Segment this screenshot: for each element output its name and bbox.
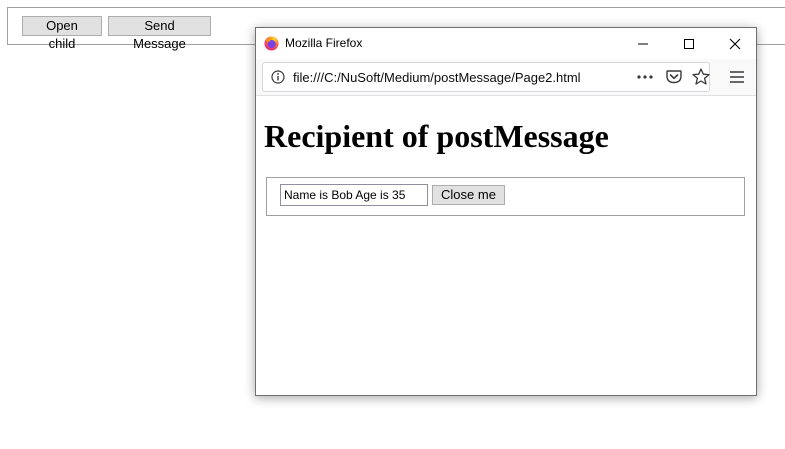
close-me-button[interactable]: Close me — [432, 185, 505, 205]
send-message-button[interactable]: Send Message — [108, 16, 211, 51]
window-titlebar[interactable]: Mozilla Firefox — [256, 28, 756, 59]
firefox-logo-icon — [264, 36, 279, 51]
pocket-icon[interactable] — [665, 68, 683, 86]
minimize-icon — [638, 43, 648, 44]
firefox-popup-window: Mozilla Firefox file:///C:/NuSoft/Medium… — [255, 27, 757, 396]
page-content: Recipient of postMessage Name is Bob Age… — [256, 96, 756, 395]
close-icon — [729, 38, 741, 49]
maximize-icon — [684, 38, 694, 49]
hamburger-menu-icon[interactable] — [728, 69, 746, 85]
url-bar[interactable]: file:///C:/NuSoft/Medium/postMessage/Pag… — [262, 62, 710, 92]
more-actions-icon[interactable] — [635, 69, 655, 85]
url-text[interactable]: file:///C:/NuSoft/Medium/postMessage/Pag… — [293, 70, 581, 85]
close-window-button[interactable] — [712, 28, 756, 59]
maximize-button[interactable] — [666, 28, 712, 59]
navigation-toolbar: file:///C:/NuSoft/Medium/postMessage/Pag… — [256, 59, 756, 96]
window-title: Mozilla Firefox — [285, 36, 363, 50]
star-icon[interactable] — [691, 67, 711, 87]
minimize-button[interactable] — [620, 28, 666, 59]
message-input[interactable]: Name is Bob Age is 35 — [280, 184, 428, 206]
info-icon[interactable] — [271, 70, 285, 84]
page-heading: Recipient of postMessage — [264, 118, 609, 154]
open-child-button[interactable]: Open child — [22, 16, 102, 51]
